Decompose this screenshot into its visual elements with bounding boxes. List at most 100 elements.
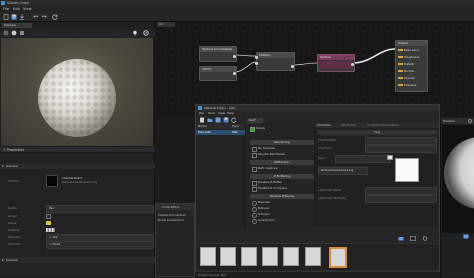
tab-attributes[interactable]: Attributes bbox=[341, 123, 356, 128]
section-z-buffering[interactable]: Z Buffering bbox=[250, 174, 314, 179]
preview-settings-icon[interactable] bbox=[468, 119, 472, 123]
option-row[interactable]: Render Backfaces bbox=[250, 152, 314, 158]
input-port[interactable] bbox=[255, 55, 258, 59]
preview-viewport[interactable] bbox=[1, 38, 153, 146]
output-port[interactable] bbox=[233, 71, 236, 75]
refresh-icon[interactable] bbox=[52, 14, 58, 20]
node-texture[interactable]: Texture bbox=[317, 54, 355, 72]
grid-icon[interactable] bbox=[3, 30, 9, 36]
create-connection-item[interactable]: Create Connection bbox=[158, 213, 186, 217]
output-port[interactable] bbox=[351, 62, 354, 66]
output-channel[interactable]: Base Color bbox=[398, 48, 419, 52]
output-channel[interactable]: Opacity bbox=[398, 76, 415, 80]
material-list-item[interactable]: test.mat Mat bbox=[196, 130, 245, 135]
save-icon[interactable] bbox=[11, 14, 17, 20]
option-row[interactable]: Anisotropic bbox=[250, 218, 314, 224]
node-graph[interactable]: Texture Coordinates Vector Multiply Text… bbox=[157, 22, 474, 117]
thumbnail-slot[interactable] bbox=[262, 247, 278, 266]
shade-toggle-row[interactable]: Shade bbox=[249, 126, 313, 132]
thumbnail-slot[interactable] bbox=[305, 247, 321, 266]
thumbnail-slot[interactable] bbox=[200, 247, 216, 266]
material-preview-viewport[interactable] bbox=[442, 125, 474, 233]
shade-checkbox[interactable] bbox=[250, 127, 255, 132]
option-row[interactable]: Trilinear bbox=[250, 212, 314, 218]
new-icon[interactable] bbox=[3, 14, 9, 20]
group-checkbox[interactable] bbox=[46, 214, 51, 219]
option-row[interactable]: Disable Z Buffer bbox=[250, 180, 314, 186]
option-row[interactable]: Disable Z Compare bbox=[250, 186, 314, 192]
material-preview-refresh-icon[interactable] bbox=[463, 234, 469, 239]
properties-tab[interactable]: ✎ Properties bbox=[0, 147, 155, 153]
fog-color-row: Fog Color bbox=[315, 145, 439, 153]
lightmap-mode-dropdown[interactable] bbox=[365, 187, 437, 195]
section-reflection[interactable]: Reflection bbox=[250, 160, 314, 165]
save-all-icon[interactable] bbox=[223, 117, 229, 123]
node-texture-coordinates[interactable]: Texture Coordinates bbox=[199, 46, 237, 62]
window-icon bbox=[198, 106, 202, 110]
node-multiply[interactable]: Multiply bbox=[255, 52, 295, 71]
node-vector[interactable]: Vector bbox=[199, 66, 237, 81]
fog-enabled-dropdown[interactable] bbox=[365, 137, 437, 145]
refresh-material-icon[interactable] bbox=[231, 117, 237, 123]
node-output[interactable]: Output Base Color Roughness Metallic Nor… bbox=[395, 40, 428, 92]
fog-texture-path-field[interactable]: textures/checkerboard.png bbox=[318, 167, 368, 175]
sampler-section-header[interactable]: ▸ Sampler bbox=[0, 257, 155, 263]
settings-gear-icon[interactable] bbox=[143, 30, 149, 36]
graph-tab[interactable]: Cd bbox=[157, 22, 175, 27]
fog-color-field[interactable] bbox=[365, 145, 437, 153]
thumbnail-slot-selected[interactable] bbox=[329, 247, 347, 268]
section-rendering[interactable]: Rendering bbox=[250, 140, 314, 145]
output-port[interactable] bbox=[233, 54, 236, 58]
input-port[interactable] bbox=[255, 61, 258, 65]
material-list-panel: Name Type test.mat Mat bbox=[196, 124, 246, 228]
section-texture-filtering[interactable]: Texture Filtering bbox=[250, 194, 314, 199]
preview-tab[interactable]: Preview bbox=[2, 23, 32, 28]
fog-type-dropdown[interactable] bbox=[335, 155, 391, 163]
fog-texture-swatch[interactable] bbox=[387, 155, 393, 160]
texture-node-body bbox=[319, 61, 351, 69]
name-field[interactable]: Tex bbox=[46, 205, 154, 213]
output-channel[interactable]: Roughness bbox=[398, 55, 419, 59]
new-material-icon[interactable] bbox=[199, 117, 205, 123]
default-checker-swatch[interactable] bbox=[46, 228, 55, 232]
redo-icon[interactable] bbox=[41, 14, 47, 20]
material-preview-tab[interactable]: Preview bbox=[441, 118, 474, 124]
export-icon[interactable] bbox=[19, 14, 25, 20]
output-channel[interactable]: Normal bbox=[398, 69, 414, 73]
thumbnail-slot[interactable] bbox=[241, 247, 257, 266]
image-icon[interactable] bbox=[410, 236, 416, 241]
status-bar: Hidden Scene: Ball bbox=[195, 271, 440, 277]
tab-constant-parameters[interactable]: Constant Parameters bbox=[367, 123, 399, 128]
option-row[interactable]: Refl. Capture bbox=[250, 166, 314, 172]
thumbnail-slot[interactable] bbox=[220, 247, 236, 266]
undo-icon[interactable] bbox=[33, 14, 39, 20]
value-color-swatch[interactable] bbox=[46, 221, 51, 225]
precision-dropdown[interactable]: ✓ Float bbox=[46, 241, 154, 249]
lightmap-strength-field[interactable] bbox=[365, 195, 437, 203]
light-icon[interactable] bbox=[132, 30, 138, 36]
texture-label: Texture bbox=[8, 179, 19, 183]
open-folder-icon[interactable] bbox=[207, 117, 213, 123]
code-editor-panel: Code Editor Create Connection Draw Conne… bbox=[155, 203, 195, 277]
output-channel[interactable]: Metallic bbox=[398, 62, 415, 66]
property-row: Precision ✓ Float bbox=[0, 241, 155, 249]
option-row[interactable]: No Shadow bbox=[250, 146, 314, 152]
cube-mode-icon[interactable] bbox=[19, 30, 25, 36]
option-row[interactable]: Bilinear bbox=[250, 206, 314, 212]
tab-variables[interactable]: Variables bbox=[317, 123, 331, 128]
option-row[interactable]: Nearest bbox=[250, 200, 314, 206]
sphere-mode-icon[interactable] bbox=[11, 30, 17, 36]
fog-section-header[interactable]: Fog bbox=[317, 130, 437, 135]
thumbnail-slot[interactable] bbox=[283, 247, 299, 266]
general-section-header[interactable]: ▾ General bbox=[0, 163, 155, 169]
fog-enabled-row: Fog Enabled bbox=[315, 137, 439, 145]
camera-icon[interactable] bbox=[398, 236, 404, 241]
reset-icon[interactable] bbox=[422, 236, 428, 241]
save-material-icon[interactable] bbox=[215, 117, 221, 123]
lightmap-mode-row: Lightmap Mode bbox=[315, 187, 439, 195]
draw-connection-item[interactable]: Draw Connection bbox=[158, 218, 184, 222]
output-port[interactable] bbox=[291, 64, 294, 68]
texture-thumbnail[interactable] bbox=[46, 175, 58, 187]
output-channel[interactable]: Emissive bbox=[398, 83, 416, 87]
material-doc-tab[interactable]: test* bbox=[247, 118, 263, 123]
